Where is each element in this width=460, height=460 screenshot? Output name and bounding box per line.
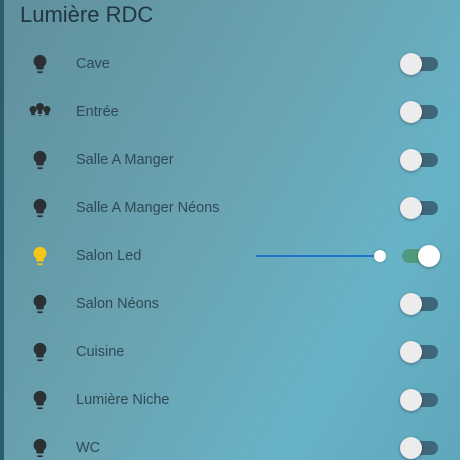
toggle-knob[interactable] bbox=[400, 341, 422, 363]
brightness-slider-thumb[interactable] bbox=[374, 250, 386, 262]
power-toggle[interactable] bbox=[400, 388, 440, 412]
power-toggle[interactable] bbox=[400, 148, 440, 172]
bulb-icon[interactable] bbox=[20, 288, 60, 320]
toggle-knob[interactable] bbox=[400, 101, 422, 123]
light-name[interactable]: Entrée bbox=[76, 104, 450, 120]
toggle-knob[interactable] bbox=[400, 437, 422, 459]
toggle-knob[interactable] bbox=[400, 197, 422, 219]
light-name[interactable]: Salon Néons bbox=[76, 296, 450, 312]
power-toggle[interactable] bbox=[400, 340, 440, 364]
power-toggle[interactable] bbox=[400, 196, 440, 220]
light-row: Salle A Manger Néons bbox=[20, 184, 450, 232]
power-toggle[interactable] bbox=[400, 292, 440, 316]
bulb-icon[interactable] bbox=[20, 384, 60, 416]
bulb-icon[interactable] bbox=[20, 48, 60, 80]
light-row: Cave bbox=[20, 40, 450, 88]
light-name[interactable]: Cuisine bbox=[76, 344, 450, 360]
toggle-knob[interactable] bbox=[418, 245, 440, 267]
toggle-knob[interactable] bbox=[400, 389, 422, 411]
light-row: WC bbox=[20, 424, 450, 460]
brightness-slider[interactable] bbox=[256, 249, 386, 263]
light-name[interactable]: Lumière Niche bbox=[76, 392, 450, 408]
toggle-knob[interactable] bbox=[400, 53, 422, 75]
light-row: Salle A Manger bbox=[20, 136, 450, 184]
chandelier-icon[interactable] bbox=[20, 96, 60, 128]
card-left-edge bbox=[0, 0, 4, 460]
light-row: Salon Led bbox=[20, 232, 450, 280]
power-toggle[interactable] bbox=[400, 52, 440, 76]
light-row: Entrée bbox=[20, 88, 450, 136]
bulb-icon[interactable] bbox=[20, 144, 60, 176]
light-name[interactable]: Cave bbox=[76, 56, 450, 72]
bulb-icon[interactable] bbox=[20, 192, 60, 224]
bulb-icon[interactable] bbox=[20, 432, 60, 460]
bulb-icon[interactable] bbox=[20, 336, 60, 368]
light-row: Lumière Niche bbox=[20, 376, 450, 424]
toggle-knob[interactable] bbox=[400, 293, 422, 315]
power-toggle[interactable] bbox=[400, 436, 440, 460]
light-row: Salon Néons bbox=[20, 280, 450, 328]
bulb-icon[interactable] bbox=[20, 240, 60, 272]
power-toggle[interactable] bbox=[400, 244, 440, 268]
light-name[interactable]: WC bbox=[76, 440, 450, 456]
light-row: Cuisine bbox=[20, 328, 450, 376]
power-toggle[interactable] bbox=[400, 100, 440, 124]
light-name[interactable]: Salle A Manger Néons bbox=[76, 200, 450, 216]
brightness-slider-fill bbox=[256, 255, 374, 257]
card-title: Lumière RDC bbox=[20, 2, 154, 27]
light-name[interactable]: Salle A Manger bbox=[76, 152, 450, 168]
toggle-knob[interactable] bbox=[400, 149, 422, 171]
